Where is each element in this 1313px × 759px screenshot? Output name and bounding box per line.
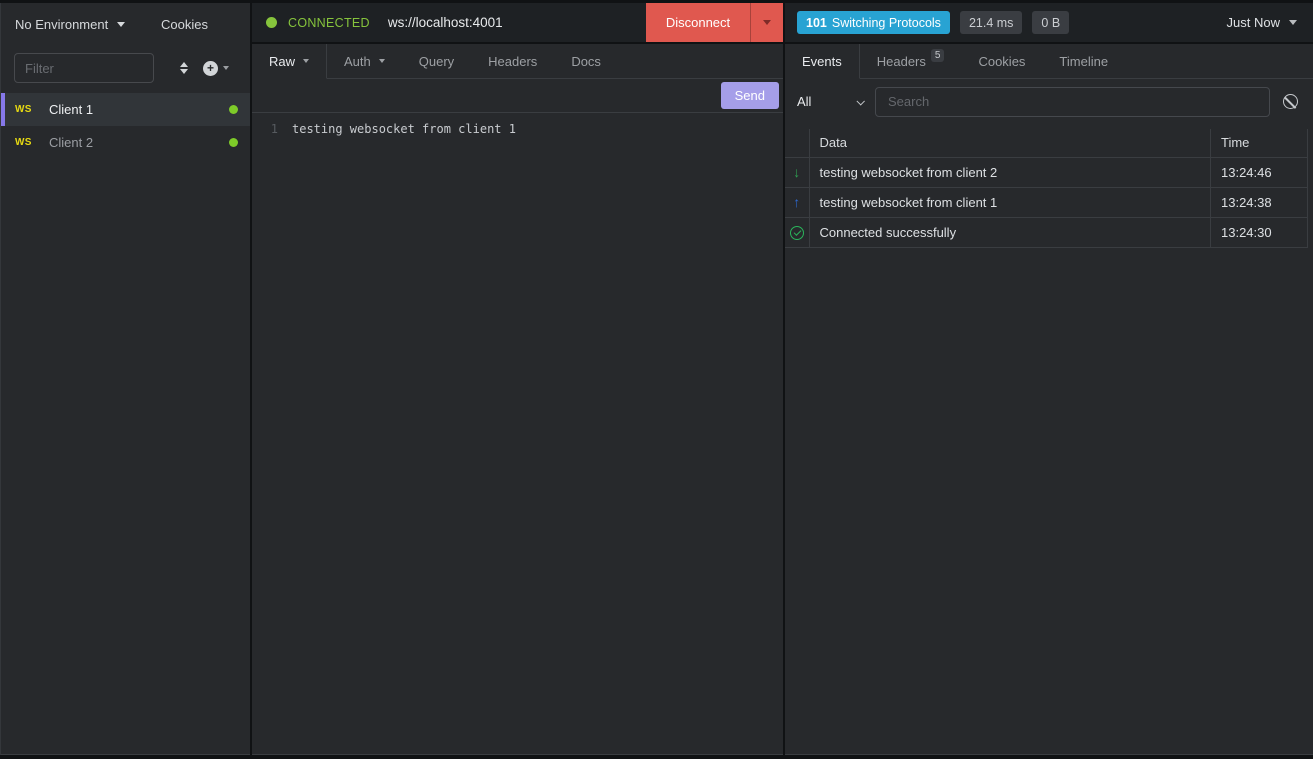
disconnect-dropdown-button[interactable] <box>750 3 783 42</box>
disconnect-button[interactable]: Disconnect <box>646 3 750 42</box>
sort-down-arrow-icon <box>180 69 188 74</box>
event-time: 13:24:38 <box>1211 187 1308 217</box>
filter-input[interactable] <box>14 53 154 83</box>
chevron-down-icon <box>303 59 309 63</box>
websocket-url[interactable]: ws://localhost:4001 <box>388 15 503 30</box>
sidebar-item-client-2[interactable]: WS Client 2 <box>1 126 250 159</box>
response-pane: 101 Switching Protocols 21.4 ms 0 B Just … <box>785 3 1313 755</box>
events-filter-row: All <box>785 79 1313 124</box>
app-window: No Environment Cookies WS Client 1 <box>0 0 1313 759</box>
history-label: Just Now <box>1227 15 1280 30</box>
ws-method-tag: WS <box>15 104 41 115</box>
tabbar-filler <box>1125 44 1313 79</box>
send-button[interactable]: Send <box>721 82 779 109</box>
tab-query[interactable]: Query <box>402 44 471 79</box>
tab-label: Events <box>802 54 842 69</box>
event-time: 13:24:30 <box>1211 217 1308 247</box>
chevron-down-icon <box>223 66 229 70</box>
connection-status-dot-icon <box>266 17 277 28</box>
time-column-header: Time <box>1211 129 1308 157</box>
table-row[interactable]: Connected successfully 13:24:30 <box>785 217 1308 247</box>
environment-label: No Environment <box>15 17 108 32</box>
url-bar: CONNECTED ws://localhost:4001 Disconnect <box>252 3 783 44</box>
connection-status-label: CONNECTED <box>288 16 370 30</box>
event-data: testing websocket from client 2 <box>809 157 1211 187</box>
events-table-header: Data Time <box>785 129 1308 157</box>
tab-resp-headers[interactable]: Headers 5 <box>860 44 962 79</box>
request-pane: CONNECTED ws://localhost:4001 Disconnect… <box>252 3 783 755</box>
connected-dot-icon <box>229 105 238 114</box>
tab-label: Query <box>419 54 454 69</box>
status-badge: 101 Switching Protocols <box>797 11 950 34</box>
tab-label: Timeline <box>1059 54 1108 69</box>
disconnect-button-group: Disconnect <box>646 3 783 42</box>
send-row: Send <box>252 79 783 112</box>
event-data: Connected successfully <box>809 217 1211 247</box>
events-table: Data Time testing websocket from client … <box>785 129 1308 248</box>
chevron-down-icon <box>117 22 125 27</box>
tab-events[interactable]: Events <box>785 44 860 79</box>
sidebar-item-client-1[interactable]: WS Client 1 <box>1 93 250 126</box>
table-row[interactable]: testing websocket from client 1 13:24:38 <box>785 187 1308 217</box>
cookies-button[interactable]: Cookies <box>161 17 208 32</box>
plus-circle-icon <box>203 61 218 76</box>
sort-up-arrow-icon <box>180 62 188 67</box>
tab-label: Raw <box>269 54 295 69</box>
tab-timeline[interactable]: Timeline <box>1042 44 1125 79</box>
client-name: Client 1 <box>49 102 93 117</box>
tab-label: Auth <box>344 54 371 69</box>
event-type-select[interactable]: All <box>797 94 863 109</box>
size-badge: 0 B <box>1032 11 1069 34</box>
request-tabbar: Raw Auth Query Headers Docs <box>252 44 783 79</box>
duration-badge: 21.4 ms <box>960 11 1022 34</box>
client-name: Client 2 <box>49 135 93 150</box>
tab-resp-cookies[interactable]: Cookies <box>961 44 1042 79</box>
sort-icon[interactable] <box>180 62 188 74</box>
add-request-button[interactable] <box>203 61 229 76</box>
status-code: 101 <box>806 16 827 30</box>
ws-method-tag: WS <box>15 137 41 148</box>
arrow-down-icon <box>793 164 800 180</box>
sidebar-header: No Environment Cookies <box>1 3 250 45</box>
response-tabbar: Events Headers 5 Cookies Timeline <box>785 44 1313 79</box>
tab-headers[interactable]: Headers <box>471 44 554 79</box>
event-type-value: All <box>797 94 811 109</box>
tabbar-filler <box>618 44 783 79</box>
chevron-down-icon <box>763 20 771 25</box>
environment-selector[interactable]: No Environment <box>15 17 125 32</box>
request-list: WS Client 1 WS Client 2 <box>1 93 250 159</box>
tab-label: Headers <box>877 54 926 69</box>
response-history-dropdown[interactable]: Just Now <box>1227 15 1297 30</box>
tab-docs[interactable]: Docs <box>554 44 618 79</box>
tab-label: Headers <box>488 54 537 69</box>
chevron-down-icon <box>379 59 385 63</box>
check-circle-icon <box>790 226 804 240</box>
sidebar: No Environment Cookies WS Client 1 <box>0 3 250 755</box>
message-editor[interactable]: 1 testing websocket from client 1 <box>252 112 783 754</box>
connected-dot-icon <box>229 138 238 147</box>
event-data: testing websocket from client 1 <box>809 187 1211 217</box>
arrow-up-icon <box>793 194 800 210</box>
tab-auth[interactable]: Auth <box>327 44 402 79</box>
response-meta-bar: 101 Switching Protocols 21.4 ms 0 B Just … <box>785 3 1313 44</box>
events-search-input[interactable] <box>875 87 1270 117</box>
tab-label: Cookies <box>978 54 1025 69</box>
status-text: Switching Protocols <box>832 16 941 30</box>
editor-content: testing websocket from client 1 <box>292 121 516 138</box>
editor-line: 1 testing websocket from client 1 <box>252 121 783 138</box>
tab-raw[interactable]: Raw <box>252 44 327 79</box>
clear-events-icon[interactable] <box>1283 94 1298 109</box>
data-column-header: Data <box>809 129 1211 157</box>
line-number: 1 <box>252 121 292 138</box>
chevron-down-icon <box>856 97 864 105</box>
event-time: 13:24:46 <box>1211 157 1308 187</box>
chevron-down-icon <box>1289 20 1297 25</box>
tab-label: Docs <box>571 54 601 69</box>
table-row[interactable]: testing websocket from client 2 13:24:46 <box>785 157 1308 187</box>
icon-column-header <box>785 129 809 157</box>
headers-count-badge: 5 <box>931 49 945 62</box>
sidebar-filter-row <box>1 45 250 91</box>
